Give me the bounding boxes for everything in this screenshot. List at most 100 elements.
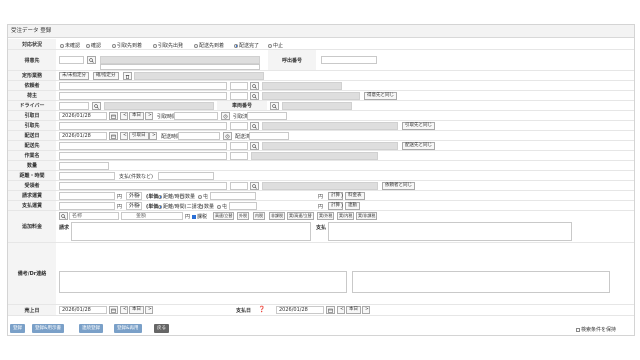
delivery-prev-day-button[interactable]: <: [120, 132, 128, 140]
pickup-today-button[interactable]: 本日: [129, 112, 144, 120]
pickup-clock-button[interactable]: [221, 112, 230, 120]
receiver-code-input[interactable]: [230, 182, 248, 190]
pickup-next-day-button[interactable]: >: [145, 112, 153, 120]
extra-fee-type-button[interactable]: 外税: [237, 212, 249, 220]
payment-date-input[interactable]: 2026/01/28: [276, 306, 324, 314]
billing-fare-input[interactable]: [59, 192, 115, 200]
receiver-search-button[interactable]: [250, 182, 259, 190]
payment-calendar-button[interactable]: [326, 306, 335, 314]
payment-unit-distance-radio[interactable]: 距離/時間(二請求): [158, 203, 204, 210]
driver-memo-textarea[interactable]: [352, 271, 610, 293]
same-as-customer-button[interactable]: 得意先と同じ: [364, 92, 397, 100]
extra-fee-type-button[interactable]: 実/非課税: [356, 212, 378, 220]
billing-tax-select[interactable]: 外税: [126, 192, 142, 200]
continuous-register-button[interactable]: 連続登録: [79, 324, 103, 333]
vehicle-search-button[interactable]: [270, 102, 279, 110]
driver-code-input[interactable]: [59, 102, 89, 110]
extra-fee-type-button[interactable]: 実/高速/立替: [287, 212, 314, 220]
delivery-place-code-input[interactable]: [230, 142, 248, 150]
assigned-button[interactable]: 確/指定分: [93, 72, 119, 80]
status-radio-5[interactable]: 配送完了: [234, 42, 259, 49]
same-as-requester-button[interactable]: 依頼者と同じ: [382, 182, 415, 190]
extra-fee-tax-checkbox[interactable]: 課税: [192, 213, 207, 220]
requester-code-input[interactable]: [230, 82, 248, 90]
extra-fee-name-input[interactable]: 名称: [69, 212, 119, 220]
receiver-input[interactable]: [59, 182, 227, 190]
payment-tax-select[interactable]: 外税: [126, 202, 142, 210]
back-button[interactable]: 戻る: [154, 324, 169, 333]
delivery-pickup-day-button[interactable]: 引取日: [129, 132, 149, 140]
shipper-input[interactable]: [59, 92, 227, 100]
pickup-place-code-input[interactable]: [230, 122, 248, 130]
status-radio-2[interactable]: 引取先到着: [112, 42, 142, 49]
delivery-date-input[interactable]: 2026/01/28: [59, 132, 107, 140]
payment-prev-day-button[interactable]: <: [337, 306, 345, 314]
register-print-button[interactable]: 登録&用示書: [32, 324, 65, 333]
pickup-place-input[interactable]: [59, 122, 227, 130]
billing-unit-price-input[interactable]: [210, 192, 256, 200]
work-code-input[interactable]: [230, 152, 248, 160]
sales-prev-day-button[interactable]: <: [120, 306, 128, 314]
extra-fee-search-button[interactable]: [59, 212, 68, 220]
fare-table-button[interactable]: 料金表: [345, 192, 365, 200]
call-no-input[interactable]: [321, 56, 377, 64]
unassigned-button[interactable]: 未/未指定分: [59, 72, 90, 80]
extra-fee-type-button[interactable]: 高速/立替: [213, 212, 235, 220]
shipper-search-button[interactable]: [250, 92, 259, 100]
pickup-place-search-button[interactable]: [250, 122, 259, 130]
pickup-calendar-button[interactable]: [109, 112, 118, 120]
status-radio-6[interactable]: 中止: [268, 42, 283, 49]
driver-search-button[interactable]: [92, 102, 101, 110]
status-radio-0[interactable]: 未確認: [60, 42, 80, 49]
sales-next-day-button[interactable]: >: [145, 306, 153, 314]
payment-today-button[interactable]: 本日: [346, 306, 361, 314]
sales-date-input[interactable]: 2026/01/28: [59, 306, 107, 314]
status-radio-1[interactable]: 確認: [86, 42, 101, 49]
billing-unit-quantity-radio[interactable]: 数量: [180, 193, 195, 200]
delivery-time-input[interactable]: [178, 132, 220, 140]
work-name-input[interactable]: [59, 152, 227, 160]
billing-unit-ton-radio[interactable]: 屯: [198, 193, 208, 200]
pay-count-input[interactable]: [158, 172, 214, 180]
register-button[interactable]: 登録: [10, 324, 25, 333]
requester-input[interactable]: [59, 82, 227, 90]
extra-fee-type-button[interactable]: 実/外税: [317, 212, 335, 220]
payment-next-day-button[interactable]: >: [362, 306, 370, 314]
link-button[interactable]: 連動: [345, 202, 360, 210]
help-icon[interactable]: ❓: [258, 306, 265, 313]
distance-time-input[interactable]: [59, 172, 115, 180]
customer-sub-input[interactable]: [100, 64, 260, 70]
billing-memo-textarea[interactable]: [71, 222, 311, 241]
delivery-place-input[interactable]: [59, 142, 227, 150]
pickup-prev-day-button[interactable]: <: [120, 112, 128, 120]
register-copy-button[interactable]: 登録&再用: [114, 324, 142, 333]
extra-fee-amount-input[interactable]: 金額: [121, 212, 183, 220]
keep-search-checkbox[interactable]: 検索条件を保持: [576, 326, 616, 333]
delivery-place-search-button[interactable]: [250, 142, 259, 150]
delete-button[interactable]: [123, 72, 132, 80]
same-as-pickup-button[interactable]: 引取先と同じ: [402, 122, 435, 130]
payment-fare-input[interactable]: [59, 202, 115, 210]
delivery-done-input[interactable]: [249, 132, 289, 140]
payment-unit-quantity-radio[interactable]: 数量: [199, 203, 214, 210]
customer-code-input[interactable]: [59, 56, 84, 64]
sales-calendar-button[interactable]: [109, 306, 118, 314]
payment-unit-ton-radio[interactable]: 屯: [217, 203, 227, 210]
status-radio-4[interactable]: 配送先到着: [194, 42, 224, 49]
payment-memo-textarea[interactable]: [328, 222, 572, 241]
requester-search-button[interactable]: [250, 82, 259, 90]
status-radio-3[interactable]: 引取先出発: [153, 42, 183, 49]
quantity-input[interactable]: [59, 162, 109, 170]
payment-unit-price-input[interactable]: [229, 202, 257, 210]
extra-fee-type-button[interactable]: 非課税: [269, 212, 285, 220]
shipper-code-input[interactable]: [230, 92, 248, 100]
same-as-delivery-button[interactable]: 配送先と同じ: [402, 142, 435, 150]
delivery-next-day-button[interactable]: >: [149, 132, 157, 140]
delivery-calendar-button[interactable]: [109, 132, 118, 140]
extra-fee-type-button[interactable]: 実/内税: [337, 212, 355, 220]
pickup-date-input[interactable]: 2026/01/28: [59, 112, 107, 120]
delivery-clock-button[interactable]: [223, 132, 232, 140]
extra-fee-type-button[interactable]: 内税: [253, 212, 265, 220]
customer-search-button[interactable]: [87, 56, 96, 64]
memo-textarea[interactable]: [59, 271, 347, 293]
